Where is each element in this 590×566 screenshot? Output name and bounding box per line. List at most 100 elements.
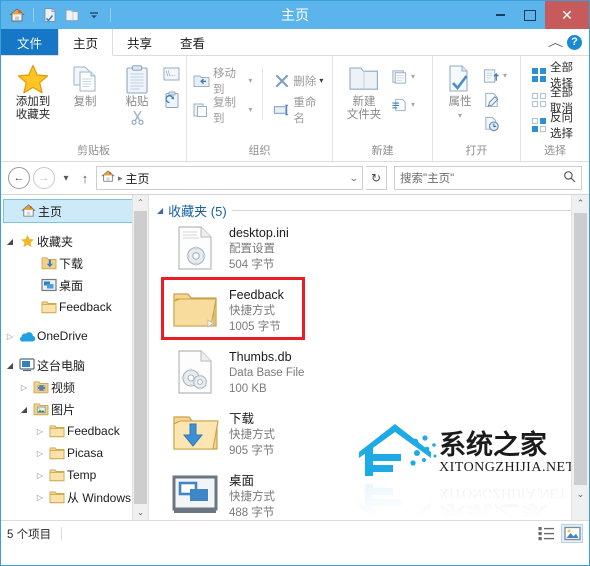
chevron-down-icon[interactable]: ▾ [411,100,415,109]
nav-scroll-thumb[interactable] [134,211,147,504]
chevron-down-icon[interactable]: ▾ [458,109,462,122]
edit-button[interactable] [483,89,507,110]
twisty-closed-icon[interactable]: ▷ [33,427,47,436]
rename-button[interactable]: 重命名 [273,97,326,125]
address-breadcrumb-box[interactable]: ▸ 主页 ⌄ [96,166,363,190]
desktop-icon [171,472,219,520]
sidebar-item-downloads[interactable]: 下载 [1,252,148,274]
customize-dropdown-icon[interactable] [84,5,104,25]
select-none-button[interactable]: 全部取消 [531,87,583,115]
sidebar-item-videos[interactable]: ▷ 视频 [1,376,148,398]
list-item[interactable]: Thumbs.db Data Base File 100 KB [149,345,589,407]
chevron-down-icon[interactable]: ▾ [248,76,252,85]
select-all-button[interactable]: 全部选择 [531,62,583,90]
chevron-down-icon[interactable]: ▾ [319,76,323,85]
scroll-thumb[interactable] [574,213,587,485]
sidebar-item-this-pc[interactable]: ◢ 这台电脑 [1,354,148,376]
paste-icon [122,62,153,96]
maximize-button[interactable] [515,1,545,29]
copy-button[interactable]: 复制 [59,62,111,109]
large-icons-view-icon[interactable] [561,524,583,543]
refresh-button[interactable]: ↻ [366,166,387,190]
close-button[interactable]: ✕ [545,1,589,29]
delete-button[interactable]: 删除 ▾ [273,70,326,91]
new-item-button[interactable]: ▾ [391,66,415,87]
sidebar-item-temp[interactable]: ▷ Temp [1,464,148,486]
sidebar-item-picasa[interactable]: ▷ Picasa [1,442,148,464]
list-item[interactable]: 下载 快捷方式 905 字节 [149,407,589,469]
tab-share[interactable]: 共享 [113,29,166,55]
cut-icon[interactable] [130,110,145,129]
sidebar-item-pictures[interactable]: ◢ 图片 [1,398,148,420]
twisty-closed-icon[interactable]: ▷ [17,383,31,392]
twisty-open-icon[interactable]: ◢ [3,237,17,246]
twisty-closed-icon[interactable]: ▷ [33,449,47,458]
sidebar-item-from-windows[interactable]: ▷ 从 Windows [1,486,148,508]
twisty-open-icon[interactable]: ◢ [157,206,163,215]
twisty-open-icon[interactable]: ◢ [17,405,31,414]
scroll-down-icon[interactable]: ⌄ [572,486,589,503]
copy-path-button[interactable]: \\... [163,64,180,85]
collapse-ribbon-icon[interactable]: ︿ [548,34,563,50]
up-button[interactable]: ↑ [77,168,93,188]
move-to-button[interactable]: 移动到 ▾ [193,68,252,96]
details-view-icon[interactable] [535,524,557,543]
twisty-closed-icon[interactable]: ▷ [33,493,47,502]
recent-locations-button[interactable]: ▾ [58,168,74,188]
minimize-button[interactable] [485,1,515,29]
breadcrumb-separator[interactable]: ▸ [118,173,123,184]
home-icon[interactable] [7,5,27,25]
file-size: 504 字节 [229,259,275,271]
forward-button[interactable]: → [33,167,55,189]
sidebar-item-onedrive[interactable]: ▷ OneDrive [1,325,148,347]
easy-access-button[interactable]: ▾ [391,94,415,115]
search-input[interactable]: 搜索"主页" [394,166,582,190]
nav-scroll-down-icon[interactable]: ⌄ [133,505,148,520]
open-button[interactable]: ▾ [483,65,507,86]
sidebar-item-desktop[interactable]: 桌面 [1,274,148,296]
chevron-down-icon[interactable]: ▾ [248,105,252,114]
main-area: 主页 ◢ 收藏夹 下载 桌面 Feedback ▷ OneDrive ◢ 这台电… [1,194,589,520]
home-icon[interactable] [101,170,115,186]
twisty-closed-icon[interactable]: ▷ [33,471,47,480]
tab-home[interactable]: 主页 [58,29,114,56]
list-item[interactable]: Feedback 快捷方式 1005 字节 [149,283,589,345]
twisty-open-icon[interactable]: ◢ [3,361,17,370]
copy-to-button[interactable]: 复制到 ▾ [193,97,252,125]
scroll-up-icon[interactable]: ⌃ [572,195,589,212]
help-icon[interactable]: ? [567,34,582,50]
paste-shortcut-button[interactable] [163,89,180,110]
sidebar-item-home[interactable]: 主页 [3,199,146,223]
delete-icon [273,72,290,89]
list-item[interactable]: desktop.ini 配置设置 504 字节 [149,221,589,283]
tab-view[interactable]: 查看 [166,29,219,55]
chevron-down-icon[interactable]: ▾ [411,72,415,81]
paste-button[interactable]: 粘贴 [111,62,163,129]
list-item[interactable]: 桌面 快捷方式 488 字节 [149,469,589,520]
group-header-favorites[interactable]: ◢ 收藏夹 (5) [149,199,589,221]
tab-file[interactable]: 文件 [1,29,59,55]
folder-shortcut-icon [171,286,219,334]
file-list-scrollbar[interactable]: ⌃ ⌄ [571,195,589,520]
qat-separator-2 [110,8,111,22]
invert-selection-button[interactable]: 反向选择 [531,112,583,140]
magnifier-icon[interactable] [563,170,576,186]
chevron-down-icon[interactable]: ▾ [503,71,507,80]
add-to-favorites-button[interactable]: 添加到 收藏夹 [7,62,59,122]
new-folder-button[interactable]: 新建 文件夹 [339,62,389,122]
chevron-down-icon[interactable]: ⌄ [349,173,359,184]
properties-icon[interactable] [40,5,60,25]
sidebar-item-pictures-feedback[interactable]: ▷ Feedback [1,420,148,442]
file-list-pane[interactable]: ◢ 收藏夹 (5) desktop.ini 配置设置 504 字节 Feedba… [149,195,589,520]
new-folder-icon[interactable] [62,5,82,25]
back-button[interactable]: ← [8,167,30,189]
breadcrumb[interactable]: 主页 [126,170,150,187]
onedrive-icon [17,330,37,343]
sidebar-item-favorites[interactable]: ◢ 收藏夹 [1,230,148,252]
nav-scroll-up-icon[interactable]: ⌃ [133,195,148,210]
sidebar-item-feedback[interactable]: Feedback [1,296,148,318]
properties-button[interactable]: 属性 ▾ [439,62,481,122]
history-button[interactable] [483,113,507,134]
twisty-closed-icon[interactable]: ▷ [3,332,17,341]
navigation-scrollbar[interactable]: ⌃ ⌄ [132,195,148,520]
